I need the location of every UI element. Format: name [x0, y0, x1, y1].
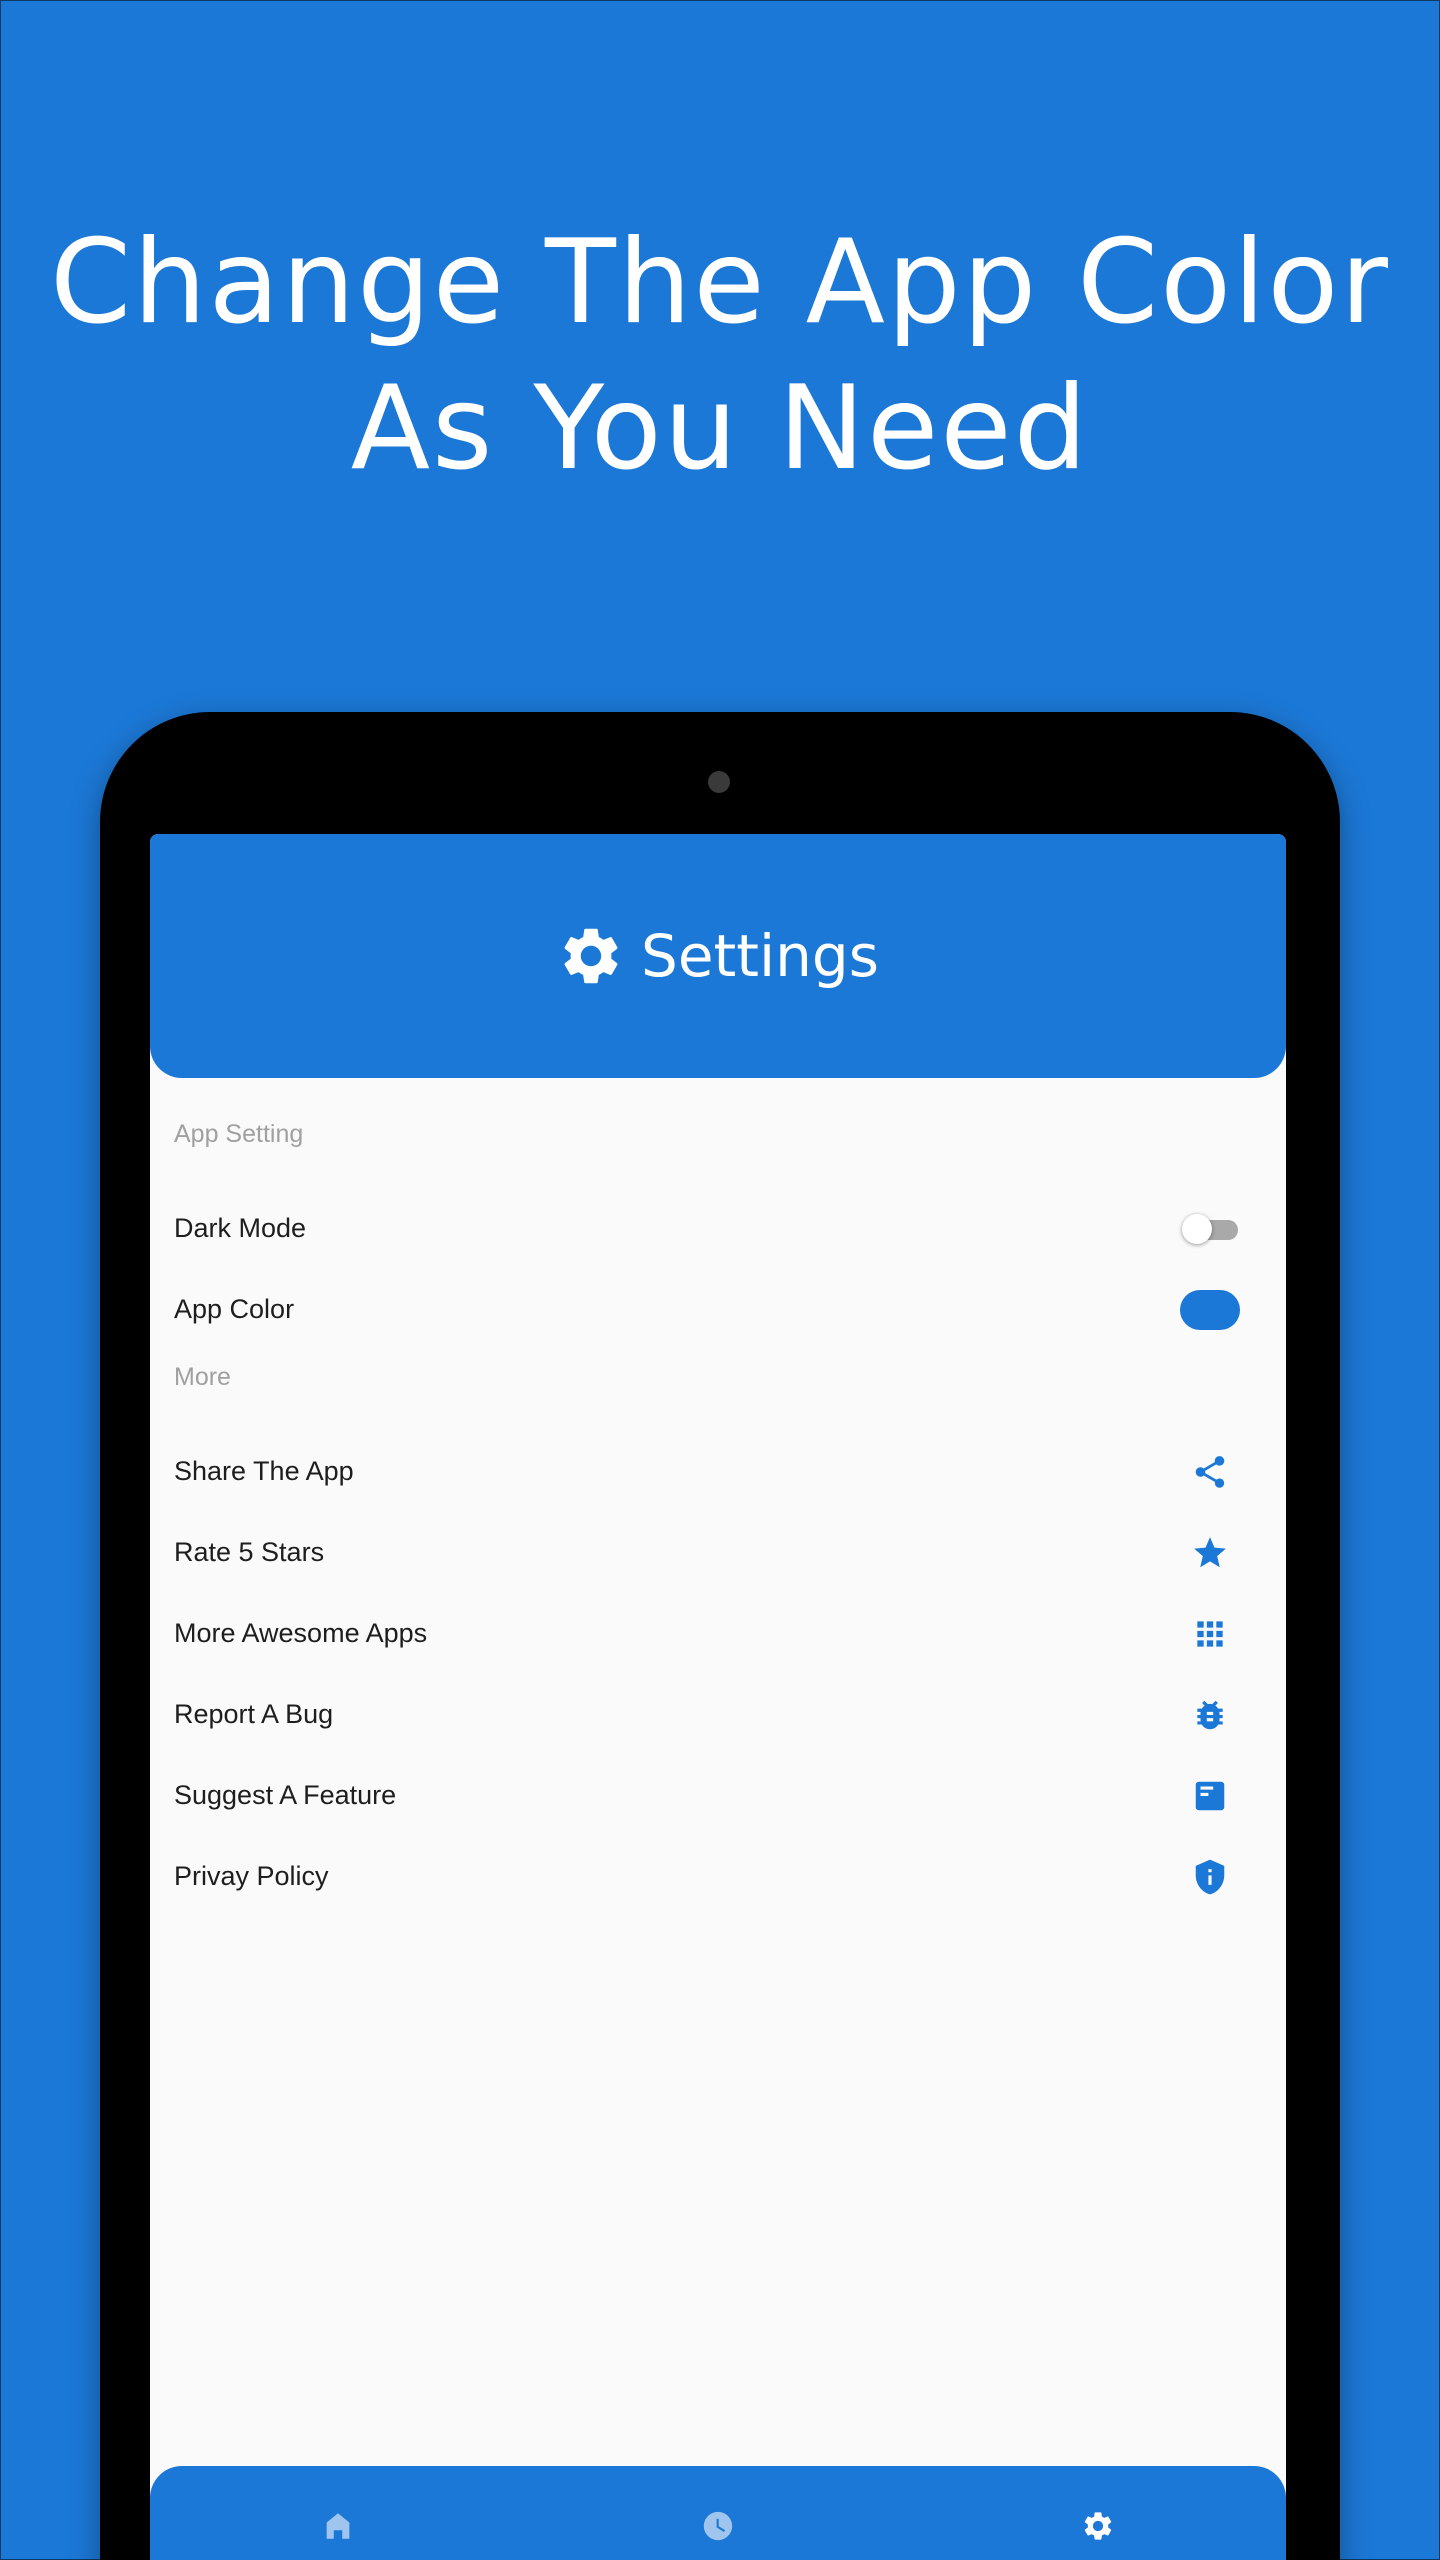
- dark-mode-control: [1170, 1213, 1250, 1244]
- dark-mode-label: Dark Mode: [174, 1213, 307, 1243]
- bug-icon: [1197, 1700, 1223, 1729]
- front-camera: [708, 771, 730, 793]
- report-bug-label: Report A Bug: [174, 1699, 334, 1729]
- suggest-feature-label: Suggest A Feature: [174, 1780, 397, 1810]
- apps-grid-icon: [1197, 1620, 1223, 1647]
- tablet-device: Settings App Setting Dark Mode App Color…: [100, 712, 1340, 2560]
- home-icon: [326, 2513, 350, 2539]
- app-color-control: [1170, 1289, 1250, 1330]
- setting-row-app-color[interactable]: App Color: [150, 1269, 1286, 1350]
- more-item-suggest-feature[interactable]: Suggest A Feature: [150, 1755, 1286, 1836]
- share-label: Share The App: [174, 1456, 354, 1486]
- more-item-apps[interactable]: More Awesome Apps: [150, 1593, 1286, 1674]
- gear-icon: [564, 928, 618, 984]
- app-color-swatch[interactable]: [1180, 1289, 1240, 1330]
- nav-history[interactable]: [688, 2496, 748, 2556]
- suggest-feature-control: [1170, 1777, 1250, 1815]
- rate-label: Rate 5 Stars: [174, 1537, 325, 1567]
- section-label-app-setting: App Setting: [174, 1120, 304, 1148]
- promo-headline: Change The App Color As You Need: [0, 210, 1440, 502]
- privacy-policy-label: Privay Policy: [174, 1861, 329, 1891]
- apps-control: [1170, 1615, 1250, 1653]
- apps-label: More Awesome Apps: [174, 1618, 428, 1648]
- app-color-label: App Color: [174, 1294, 295, 1324]
- setting-row-dark-mode[interactable]: Dark Mode: [150, 1188, 1286, 1269]
- app-screen: Settings App Setting Dark Mode App Color…: [150, 834, 1286, 2560]
- promo-headline-line-2: As You Need: [350, 361, 1090, 496]
- clock-icon: [703, 2511, 733, 2541]
- share-icon: [1195, 1455, 1225, 1488]
- page-title: Settings: [641, 922, 879, 990]
- more-item-share[interactable]: Share The App: [150, 1431, 1286, 1512]
- dark-mode-toggle[interactable]: [1182, 1213, 1238, 1244]
- star-icon: [1194, 1536, 1226, 1567]
- section-label-more: More: [174, 1363, 231, 1391]
- nav-settings[interactable]: [1068, 2496, 1128, 2556]
- more-item-rate[interactable]: Rate 5 Stars: [150, 1512, 1286, 1593]
- app-header: Settings: [150, 834, 1286, 1078]
- feature-card-icon: [1195, 1781, 1225, 1810]
- gear-icon: [1084, 2512, 1112, 2540]
- promo-headline-line-1: Change The App Color: [50, 215, 1390, 350]
- toggle-knob: [1182, 1213, 1212, 1244]
- more-item-report-bug[interactable]: Report A Bug: [150, 1674, 1286, 1755]
- bottom-navigation: [150, 2466, 1286, 2560]
- more-item-privacy-policy[interactable]: Privay Policy: [150, 1836, 1286, 1917]
- share-control: [1170, 1453, 1250, 1491]
- shield-info-icon: [1195, 1859, 1225, 1894]
- report-bug-control: [1170, 1696, 1250, 1734]
- rate-control: [1170, 1534, 1250, 1572]
- privacy-policy-control: [1170, 1858, 1250, 1896]
- nav-home[interactable]: [308, 2496, 368, 2556]
